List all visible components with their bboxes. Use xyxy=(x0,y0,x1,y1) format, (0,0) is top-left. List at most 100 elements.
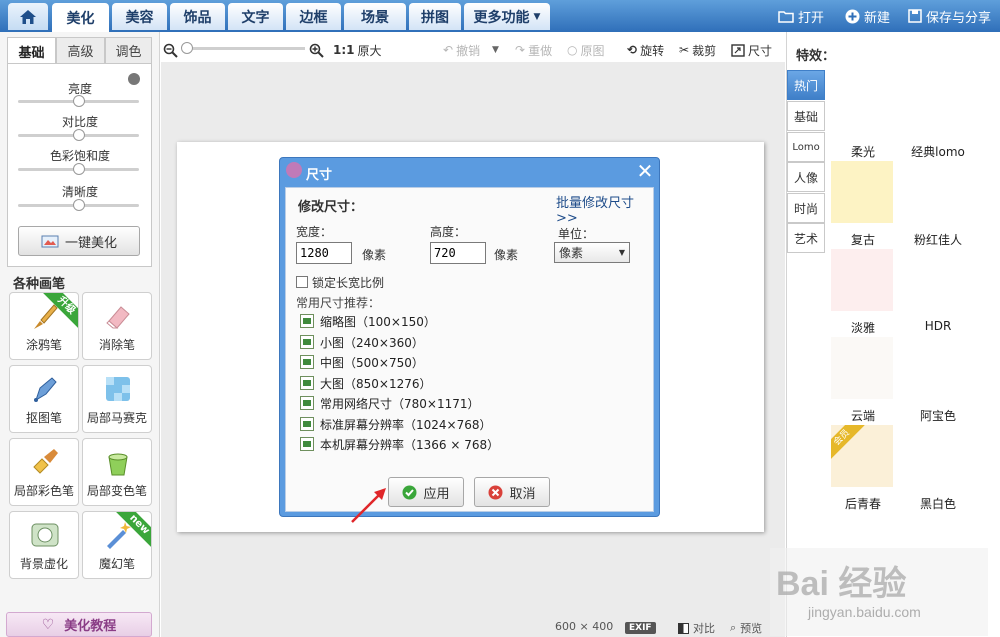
graffiti-brush-button[interactable]: 升级 涂鸦笔 xyxy=(9,292,79,360)
tab-border[interactable]: 边框 xyxy=(286,3,341,30)
magic-brush-button[interactable]: new 魔幻笔 xyxy=(82,511,152,579)
contrast-slider[interactable] xyxy=(18,129,139,141)
effect-label[interactable]: 经典lomo xyxy=(900,143,976,160)
effect-label[interactable]: 阿宝色 xyxy=(900,407,976,424)
rotate-button[interactable]: ⟲ 旋转 xyxy=(627,42,664,58)
saturation-knob[interactable] xyxy=(72,163,85,175)
effect-thumb[interactable] xyxy=(831,337,893,399)
unit-select[interactable]: 像素 ▼ xyxy=(554,242,630,263)
preset-item[interactable]: 小图（240×360） xyxy=(300,333,424,351)
apply-label: 应用 xyxy=(423,486,450,502)
exif-button[interactable]: EXIF xyxy=(625,622,656,634)
effect-thumb[interactable] xyxy=(906,425,968,487)
effect-label[interactable]: 后青春 xyxy=(825,495,901,512)
tab-beautify[interactable]: 美化 xyxy=(52,3,109,32)
open-button[interactable]: 打开 xyxy=(778,6,824,26)
effect-thumb[interactable] xyxy=(906,337,968,399)
tab-collage[interactable]: 拼图 xyxy=(409,3,461,30)
ratio-label: 1:1 xyxy=(333,43,355,57)
sharpness-knob[interactable] xyxy=(72,199,85,211)
contrast-knob[interactable] xyxy=(72,129,85,141)
height-input[interactable] xyxy=(430,242,486,264)
eraser-brush-button[interactable]: 消除笔 xyxy=(82,292,152,360)
undo-button[interactable]: ↶ 撤销 xyxy=(443,42,480,58)
home-button[interactable] xyxy=(8,3,48,30)
brightness-slider[interactable] xyxy=(18,95,139,107)
subtab-color[interactable]: 调色 xyxy=(105,37,152,63)
zoom-slider[interactable] xyxy=(181,42,305,54)
local-color-brush-button[interactable]: 局部彩色笔 xyxy=(9,438,79,506)
fx-tab-fashion[interactable]: 时尚 xyxy=(787,193,825,223)
height-unit: 像素 xyxy=(494,248,519,262)
effect-thumb[interactable] xyxy=(831,249,893,311)
effect-thumb[interactable] xyxy=(906,249,968,311)
width-input[interactable] xyxy=(296,242,352,264)
magic-picture-icon xyxy=(41,235,59,248)
background-blur-button[interactable]: 背景虚化 xyxy=(9,511,79,579)
effect-thumb[interactable]: 会员 xyxy=(831,425,893,487)
preset-image-icon xyxy=(300,417,314,431)
fx-tab-art[interactable]: 艺术 xyxy=(787,223,825,253)
preview-icon: ⌕ xyxy=(730,621,737,634)
beautify-tutorial-button[interactable]: ♡ 美化教程 xyxy=(6,612,152,637)
exif-label: EXIF xyxy=(629,623,652,633)
sharpness-slider[interactable] xyxy=(18,199,139,211)
brightness-knob[interactable] xyxy=(72,95,85,107)
fx-tab-portrait[interactable]: 人像 xyxy=(787,162,825,192)
effect-label[interactable]: 淡雅 xyxy=(825,319,901,336)
batch-resize-link[interactable]: 批量修改尺寸>> xyxy=(556,192,653,226)
local-mosaic-button[interactable]: 局部马赛克 xyxy=(82,365,152,433)
one-key-beautify-button[interactable]: 一键美化 xyxy=(18,226,140,256)
resize-button[interactable]: 尺寸 xyxy=(731,42,772,58)
zoom-knob[interactable] xyxy=(181,42,193,54)
preset-item[interactable]: 缩略图（100×150） xyxy=(300,312,436,330)
zoom-out-button[interactable] xyxy=(163,42,178,58)
preset-item[interactable]: 大图（850×1276） xyxy=(300,374,432,392)
undo-history-dropdown[interactable]: ▼ xyxy=(492,42,499,58)
zoom-in-button[interactable] xyxy=(309,42,324,58)
effect-label[interactable]: 云端 xyxy=(825,407,901,424)
cancel-button[interactable]: 取消 xyxy=(474,477,550,507)
effect-thumb[interactable] xyxy=(906,161,968,223)
actual-size-button[interactable]: 1:1 原大 xyxy=(333,42,382,58)
redo-button[interactable]: ↷ 重做 xyxy=(515,42,552,58)
new-button[interactable]: 新建 xyxy=(845,6,890,26)
original-image-button[interactable]: ○ 原图 xyxy=(567,42,605,58)
preview-label: 预览 xyxy=(740,622,763,635)
subtab-basic[interactable]: 基础 xyxy=(7,37,56,64)
effect-thumb[interactable] xyxy=(831,161,893,223)
saturation-slider[interactable] xyxy=(18,163,139,175)
effect-label[interactable]: HDR xyxy=(900,319,976,333)
tab-more-features[interactable]: 更多功能 ▼ xyxy=(464,3,550,30)
fx-tab-lomo[interactable]: Lomo xyxy=(787,132,825,162)
effect-label[interactable]: 柔光 xyxy=(825,143,901,160)
preset-label: 本机屏幕分辨率（1366 × 768） xyxy=(320,437,500,452)
fx-tab-basic[interactable]: 基础 xyxy=(787,101,825,131)
preview-button[interactable]: ⌕ 预览 xyxy=(730,620,762,636)
crop-label: 裁剪 xyxy=(692,43,717,58)
unit-value: 像素 xyxy=(559,246,584,260)
local-mosaic-label: 局部马赛克 xyxy=(86,411,147,425)
crop-button[interactable]: ✂ 裁剪 xyxy=(679,42,716,58)
tab-scene[interactable]: 场景 xyxy=(344,3,406,30)
tab-text[interactable]: 文字 xyxy=(228,3,283,30)
apply-button[interactable]: 应用 xyxy=(388,477,464,507)
fx-tab-popular[interactable]: 热门 xyxy=(787,70,825,100)
save-share-button[interactable]: 保存与分享 xyxy=(908,6,991,26)
compare-button[interactable]: 对比 xyxy=(678,620,715,636)
dialog-close-button[interactable]: ✕ xyxy=(634,160,656,182)
effect-label[interactable]: 粉红佳人 xyxy=(900,231,976,248)
preset-item[interactable]: 常用网络尺寸（780×1171） xyxy=(300,394,480,412)
resize-dialog: 尺寸 ✕ 修改尺寸： 批量修改尺寸>> 宽度： 像素 高度： 像素 单位： 像素… xyxy=(279,157,660,517)
tab-beauty[interactable]: 美容 xyxy=(112,3,167,30)
local-recolor-brush-button[interactable]: 局部变色笔 xyxy=(82,438,152,506)
effect-label[interactable]: 黑白色 xyxy=(900,495,976,512)
subtab-advanced[interactable]: 高级 xyxy=(56,37,105,63)
preset-item[interactable]: 中图（500×750） xyxy=(300,353,424,371)
preset-item[interactable]: 本机屏幕分辨率（1366 × 768） xyxy=(300,435,499,453)
cutout-brush-button[interactable]: 抠图笔 xyxy=(9,365,79,433)
preset-item[interactable]: 标准屏幕分辨率（1024×768） xyxy=(300,415,492,433)
lock-ratio-checkbox[interactable] xyxy=(296,276,308,288)
tab-accessories[interactable]: 饰品 xyxy=(170,3,225,30)
effect-label[interactable]: 复古 xyxy=(825,231,901,248)
